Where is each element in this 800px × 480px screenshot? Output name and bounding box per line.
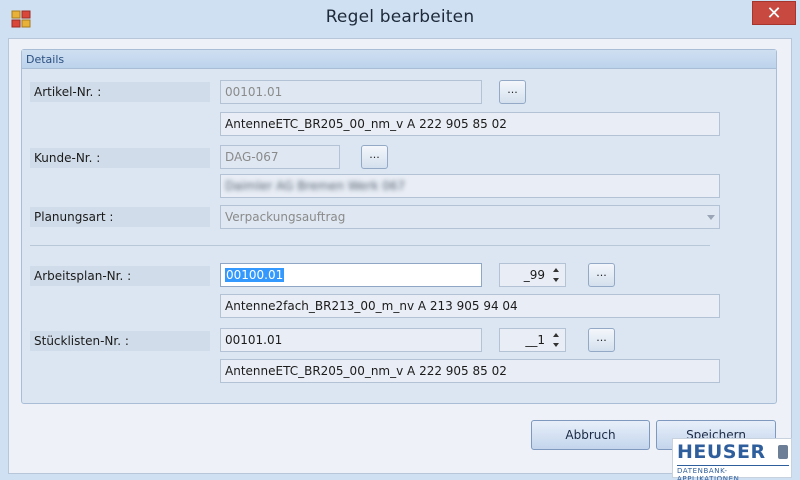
planungsart-value: Verpackungsauftrag	[225, 210, 346, 224]
arbeitsplan-browse-button[interactable]: ...	[588, 263, 615, 287]
artikel-browse-button[interactable]: ...	[499, 80, 526, 104]
arbeitsplan-label: Arbeitsplan-Nr. :	[30, 266, 210, 286]
logo-sub-text: DATENBANK-APPLIKATIONEN	[677, 465, 789, 480]
close-button[interactable]: ✕	[752, 1, 796, 25]
stueckliste-label: Stücklisten-Nr. :	[30, 331, 210, 351]
arbeitsplan-spinner[interactable]: _99	[499, 263, 566, 287]
arbeitsplan-description: Antenne2fach_BR213_00_m_nv A 213 905 94 …	[220, 294, 720, 318]
arbeitsplan-input[interactable]: 00100.01	[220, 263, 482, 287]
window-title: Regel bearbeiten	[325, 7, 475, 27]
kunde-browse-button[interactable]: ...	[361, 145, 388, 169]
kunde-description: Daimler AG Bremen Werk 067	[220, 174, 720, 198]
arbeitsplan-value: 00100.01	[225, 268, 285, 282]
logo-badge-icon	[778, 445, 788, 459]
stueckliste-spinner[interactable]: __1	[499, 328, 566, 352]
logo-main-text: HEUSER	[677, 441, 766, 463]
details-group-title: Details	[22, 50, 776, 69]
kunde-input[interactable]: DAG-067	[220, 145, 340, 169]
arbeitsplan-spin-value: _99	[523, 268, 545, 282]
kunde-description-text: Daimler AG Bremen Werk 067	[225, 179, 406, 193]
stueckliste-spin-value: __1	[525, 333, 545, 347]
title-bar: Regel bearbeiten ✕	[0, 0, 800, 38]
spin-up-icon[interactable]	[553, 333, 559, 337]
stueckliste-description: AntenneETC_BR205_00_nm_v A 222 905 85 02	[220, 359, 720, 383]
dialog-body: Details Artikel-Nr. : 00101.01 ... Anten…	[8, 38, 792, 474]
spin-down-icon[interactable]	[553, 343, 559, 347]
kunde-label: Kunde-Nr. :	[30, 148, 210, 168]
chevron-down-icon[interactable]	[707, 215, 715, 220]
artikel-description: AntenneETC_BR205_00_nm_v A 222 905 85 02	[220, 112, 720, 136]
stueckliste-input[interactable]: 00101.01	[220, 328, 482, 352]
planungsart-select[interactable]: Verpackungsauftrag	[220, 205, 720, 229]
details-group: Details Artikel-Nr. : 00101.01 ... Anten…	[21, 49, 777, 404]
spin-down-icon[interactable]	[553, 278, 559, 282]
stueckliste-browse-button[interactable]: ...	[588, 328, 615, 352]
separator	[30, 245, 710, 246]
artikel-label: Artikel-Nr. :	[30, 82, 210, 102]
spin-up-icon[interactable]	[553, 268, 559, 272]
planungsart-label: Planungsart :	[30, 207, 210, 227]
heuser-logo: HEUSER DATENBANK-APPLIKATIONEN	[672, 438, 792, 480]
dialog-window: Regel bearbeiten ✕ Details Artikel-Nr. :…	[0, 0, 800, 480]
cancel-button[interactable]: Abbruch	[531, 420, 650, 450]
artikel-input[interactable]: 00101.01	[220, 80, 482, 104]
